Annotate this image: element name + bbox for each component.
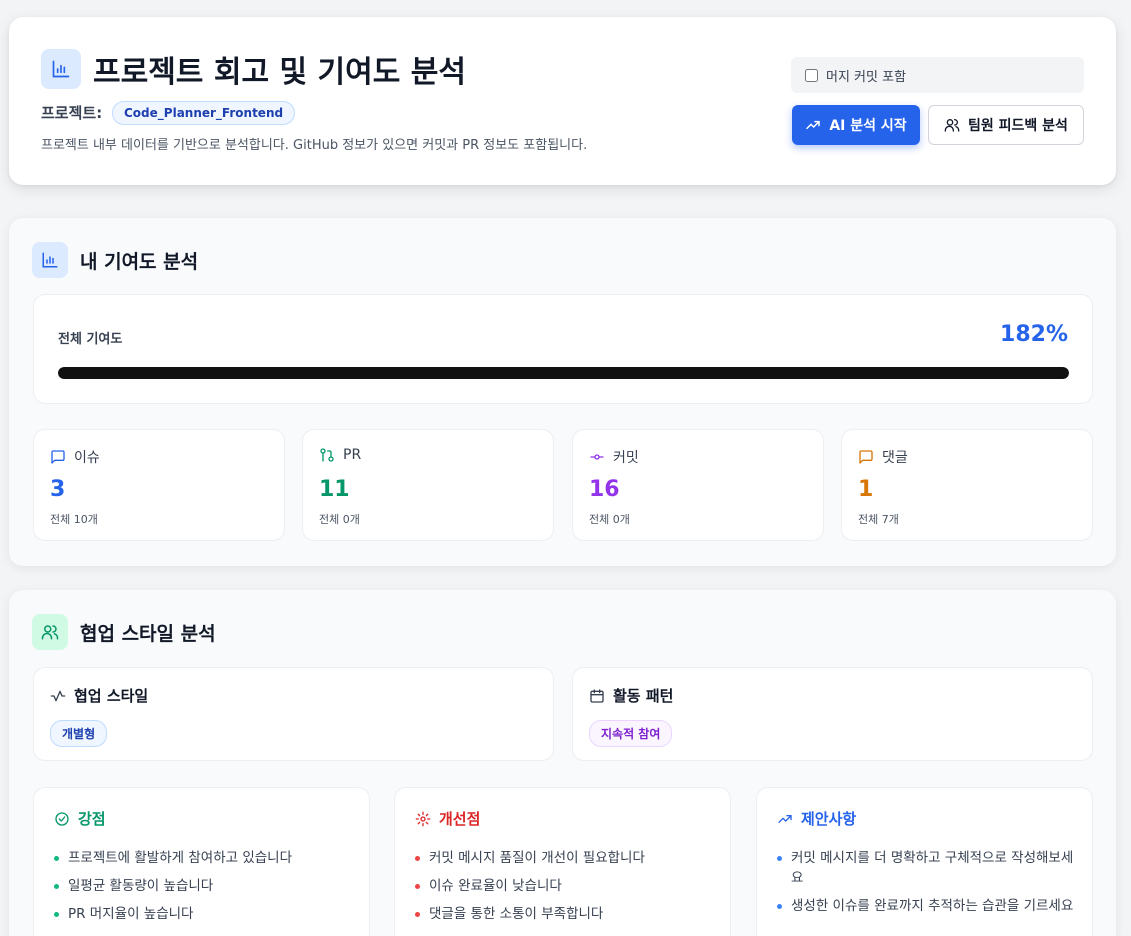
git-pull-request-icon bbox=[320, 448, 334, 462]
project-label: 프로젝트: bbox=[41, 104, 103, 122]
team-feedback-label: 팀원 피드백 분석 bbox=[968, 118, 1068, 134]
merge-commit-label: 머지 커밋 포함 bbox=[826, 69, 907, 85]
page-title: 프로젝트 회고 및 기여도 분석 bbox=[93, 55, 466, 90]
total-contribution-label: 전체 기여도 bbox=[58, 332, 123, 347]
stat-title: PR bbox=[343, 447, 362, 463]
list-item: 댓글을 통한 소통이 부족합니다 bbox=[413, 904, 713, 924]
trending-up-icon bbox=[778, 814, 792, 823]
improvements-title: 개선점 bbox=[439, 810, 481, 828]
contribution-progress-track bbox=[58, 367, 1069, 379]
section-title: 협업 스타일 분석 bbox=[80, 623, 216, 645]
project-badge: Code_Planner_Frontend bbox=[112, 101, 296, 125]
strengths-title: 강점 bbox=[78, 810, 106, 828]
trending-up-icon bbox=[806, 120, 821, 130]
page-description: 프로젝트 내부 데이터를 기반으로 분석합니다. GitHub 정보가 있으면 … bbox=[41, 138, 588, 153]
stat-title: 커밋 bbox=[613, 450, 639, 466]
stat-value: 16 bbox=[589, 477, 620, 502]
stat-title: 댓글 bbox=[882, 450, 908, 466]
section-title: 내 기여도 분석 bbox=[80, 251, 199, 273]
stat-card-pr: PR 11 전체 0개 bbox=[302, 429, 554, 541]
gear-icon bbox=[415, 811, 431, 826]
list-item: 생성한 이슈를 완료까지 추적하는 습관을 기르세요 bbox=[775, 896, 1075, 916]
strengths-panel: 강점 프로젝트에 활발하게 참여하고 있습니다 일평균 활동량이 높습니다 PR… bbox=[33, 787, 370, 936]
strengths-list: 프로젝트에 활발하게 참여하고 있습니다 일평균 활동량이 높습니다 PR 머지… bbox=[52, 848, 352, 932]
users-icon bbox=[944, 119, 960, 132]
stat-subtext: 전체 0개 bbox=[319, 513, 360, 526]
total-contribution-value: 182% bbox=[1000, 322, 1068, 347]
collab-style-title: 협업 스타일 bbox=[74, 687, 149, 705]
activity-pattern-title: 활동 패턴 bbox=[613, 687, 674, 705]
stat-subtext: 전체 10개 bbox=[50, 513, 98, 526]
ai-analysis-label: AI 분석 시작 bbox=[829, 118, 907, 134]
stat-card-commits: 커밋 16 전체 0개 bbox=[572, 429, 824, 541]
activity-pattern-badge: 지속적 참여 bbox=[589, 720, 673, 747]
improvements-list: 커밋 메시지 품질이 개선이 필요합니다 이슈 완료율이 낮습니다 댓글을 통한… bbox=[413, 848, 713, 932]
suggestions-list: 커밋 메시지를 더 명확하고 구체적으로 작성해보세요 생성한 이슈를 완료까지… bbox=[775, 848, 1075, 924]
contribution-card: 내 기여도 분석 전체 기여도 182% 이슈 3 전체 10개 PR 11 전… bbox=[9, 218, 1116, 566]
contribution-progress-fill bbox=[58, 367, 1069, 379]
message-square-icon bbox=[51, 450, 65, 464]
chart-icon bbox=[32, 242, 68, 278]
comment-icon bbox=[859, 450, 873, 464]
activity-pattern-panel: 활동 패턴 지속적 참여 bbox=[572, 667, 1093, 761]
total-contribution-panel: 전체 기여도 182% bbox=[33, 294, 1093, 404]
stat-title: 이슈 bbox=[74, 450, 100, 466]
merge-commit-checkbox[interactable] bbox=[805, 68, 818, 82]
list-item: 이슈 완료율이 낮습니다 bbox=[413, 876, 713, 896]
activity-icon bbox=[50, 690, 66, 701]
team-feedback-button[interactable]: 팀원 피드백 분석 bbox=[928, 105, 1084, 145]
stat-card-comments: 댓글 1 전체 7개 bbox=[841, 429, 1093, 541]
stat-subtext: 전체 7개 bbox=[858, 513, 899, 526]
suggestions-panel: 제안사항 커밋 메시지를 더 명확하고 구체적으로 작성해보세요 생성한 이슈를… bbox=[756, 787, 1093, 936]
calendar-icon bbox=[590, 688, 604, 703]
stat-value: 3 bbox=[50, 477, 66, 502]
list-item: 일평균 활동량이 높습니다 bbox=[52, 876, 352, 896]
stat-value: 1 bbox=[858, 477, 874, 502]
git-commit-icon bbox=[590, 454, 604, 460]
stat-subtext: 전체 0개 bbox=[589, 513, 630, 526]
improvements-panel: 개선점 커밋 메시지 품질이 개선이 필요합니다 이슈 완료율이 낮습니다 댓글… bbox=[394, 787, 731, 936]
check-circle-icon bbox=[55, 811, 69, 826]
ai-analysis-button[interactable]: AI 분석 시작 bbox=[792, 105, 920, 145]
list-item: 프로젝트에 활발하게 참여하고 있습니다 bbox=[52, 848, 352, 868]
collab-style-badge: 개별형 bbox=[50, 720, 108, 747]
chart-icon bbox=[41, 49, 81, 89]
list-item: 커밋 메시지 품질이 개선이 필요합니다 bbox=[413, 848, 713, 868]
stat-card-issues: 이슈 3 전체 10개 bbox=[33, 429, 285, 541]
collaboration-card: 협업 스타일 분석 협업 스타일 개별형 활동 패턴 지속적 참여 강점 프로젝… bbox=[9, 590, 1116, 936]
merge-option: 머지 커밋 포함 bbox=[791, 57, 1084, 93]
header-card: 프로젝트 회고 및 기여도 분석 프로젝트: Code_Planner_Fron… bbox=[9, 17, 1116, 185]
suggestions-title: 제안사항 bbox=[801, 810, 857, 828]
list-item: 커밋 메시지를 더 명확하고 구체적으로 작성해보세요 bbox=[775, 848, 1075, 888]
stat-value: 11 bbox=[319, 477, 350, 502]
users-icon bbox=[32, 614, 68, 650]
list-item: PR 머지율이 높습니다 bbox=[52, 904, 352, 924]
collab-style-panel: 협업 스타일 개별형 bbox=[33, 667, 554, 761]
